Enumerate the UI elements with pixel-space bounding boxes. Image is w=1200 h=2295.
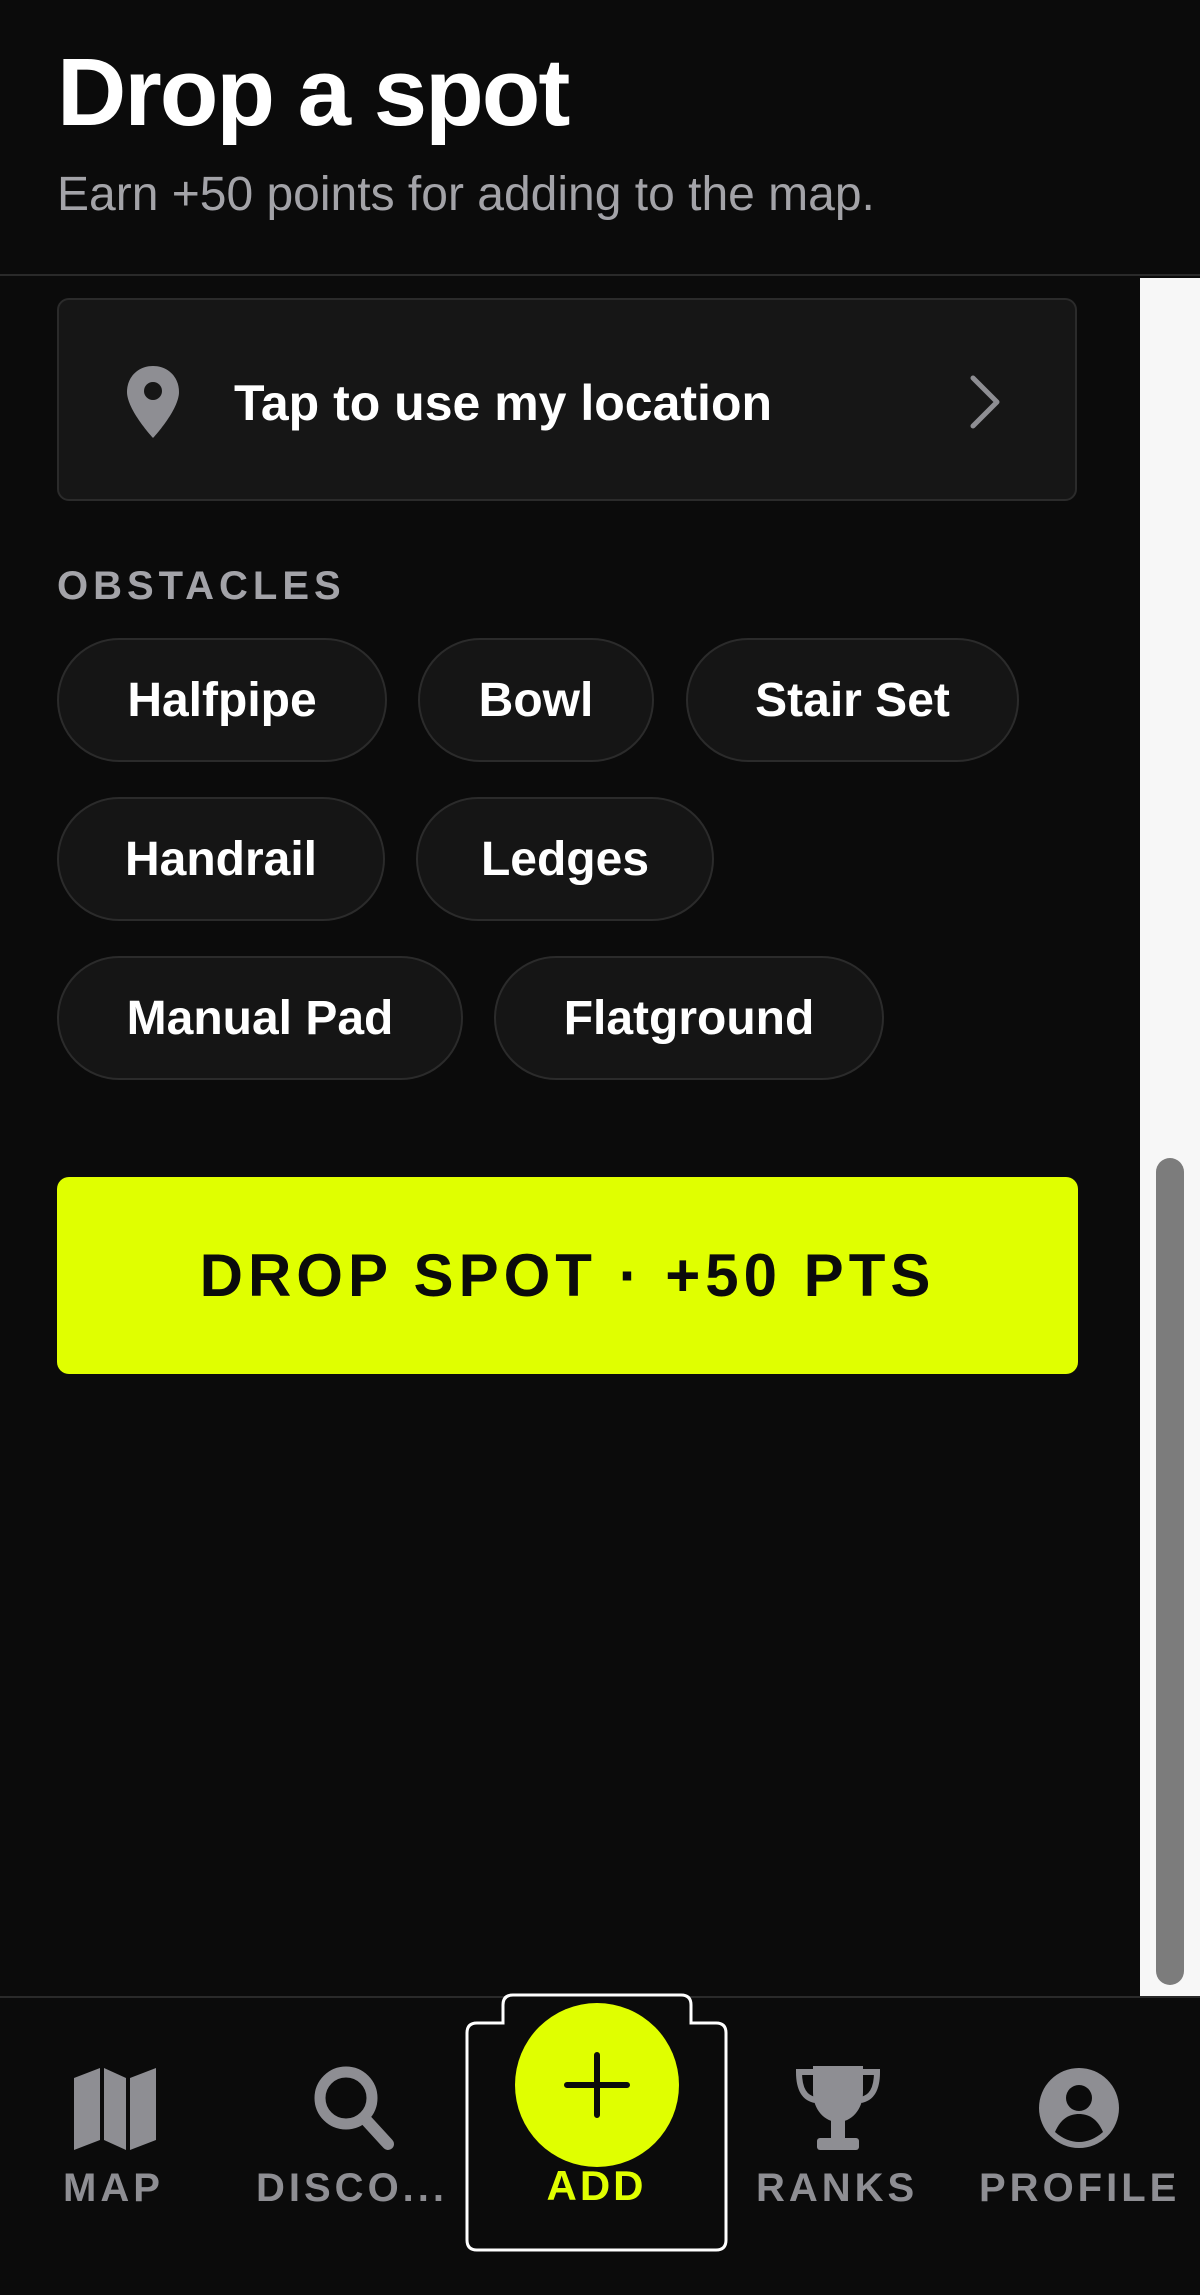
scrollbar-thumb[interactable] bbox=[1156, 1158, 1184, 1985]
use-location-label: Tap to use my location bbox=[234, 375, 773, 431]
app-root: Drop a spot Earn +50 points for adding t… bbox=[0, 0, 1200, 2295]
obstacle-chip-stair-set[interactable]: Stair Set bbox=[686, 638, 1019, 762]
obstacle-chip-halfpipe[interactable]: Halfpipe bbox=[57, 638, 387, 762]
obstacle-chip-flatground[interactable]: Flatground bbox=[494, 956, 884, 1080]
nav-tab-discover[interactable]: DISCO... bbox=[250, 1998, 450, 2295]
page-subtitle: Earn +50 points for adding to the map. bbox=[57, 168, 875, 221]
trophy-icon bbox=[795, 2066, 881, 2150]
form-scroll-area[interactable]: Tap to use my location OBSTACLES Halfpip… bbox=[0, 278, 1140, 1996]
use-location-button[interactable]: Tap to use my location bbox=[57, 298, 1077, 501]
nav-label-discover: DISCO... bbox=[256, 2166, 449, 2210]
user-icon bbox=[1039, 2068, 1119, 2148]
page-title: Drop a spot bbox=[57, 39, 570, 146]
scrollbar-track[interactable] bbox=[1140, 278, 1200, 1996]
nav-tab-profile[interactable]: PROFILE bbox=[975, 1998, 1176, 2295]
nav-tab-map[interactable]: MAP bbox=[40, 1998, 190, 2295]
nav-label-ranks: RANKS bbox=[756, 2166, 919, 2210]
obstacle-chip-bowl[interactable]: Bowl bbox=[418, 638, 654, 762]
nav-label-profile: PROFILE bbox=[979, 2166, 1181, 2210]
obstacles-section-label: OBSTACLES bbox=[57, 564, 346, 608]
plus-icon bbox=[564, 2052, 630, 2118]
search-icon bbox=[314, 2066, 394, 2150]
obstacle-chip-ledges[interactable]: Ledges bbox=[416, 797, 714, 921]
obstacle-chip-handrail[interactable]: Handrail bbox=[57, 797, 385, 921]
chevron-right-icon bbox=[970, 375, 1000, 429]
page-header: Drop a spot Earn +50 points for adding t… bbox=[0, 0, 1200, 276]
drop-spot-button[interactable]: DROP SPOT · +50 PTS bbox=[57, 1177, 1078, 1374]
add-button-circle[interactable] bbox=[515, 2003, 679, 2167]
nav-tab-ranks[interactable]: RANKS bbox=[750, 1998, 925, 2295]
obstacle-chip-manual-pad[interactable]: Manual Pad bbox=[57, 956, 463, 1080]
nav-tab-add[interactable]: ADD bbox=[465, 1993, 728, 2254]
map-icon bbox=[74, 2068, 156, 2150]
map-pin-icon bbox=[127, 366, 179, 438]
nav-label-map: MAP bbox=[63, 2166, 164, 2210]
nav-label-add: ADD bbox=[546, 2162, 647, 2209]
